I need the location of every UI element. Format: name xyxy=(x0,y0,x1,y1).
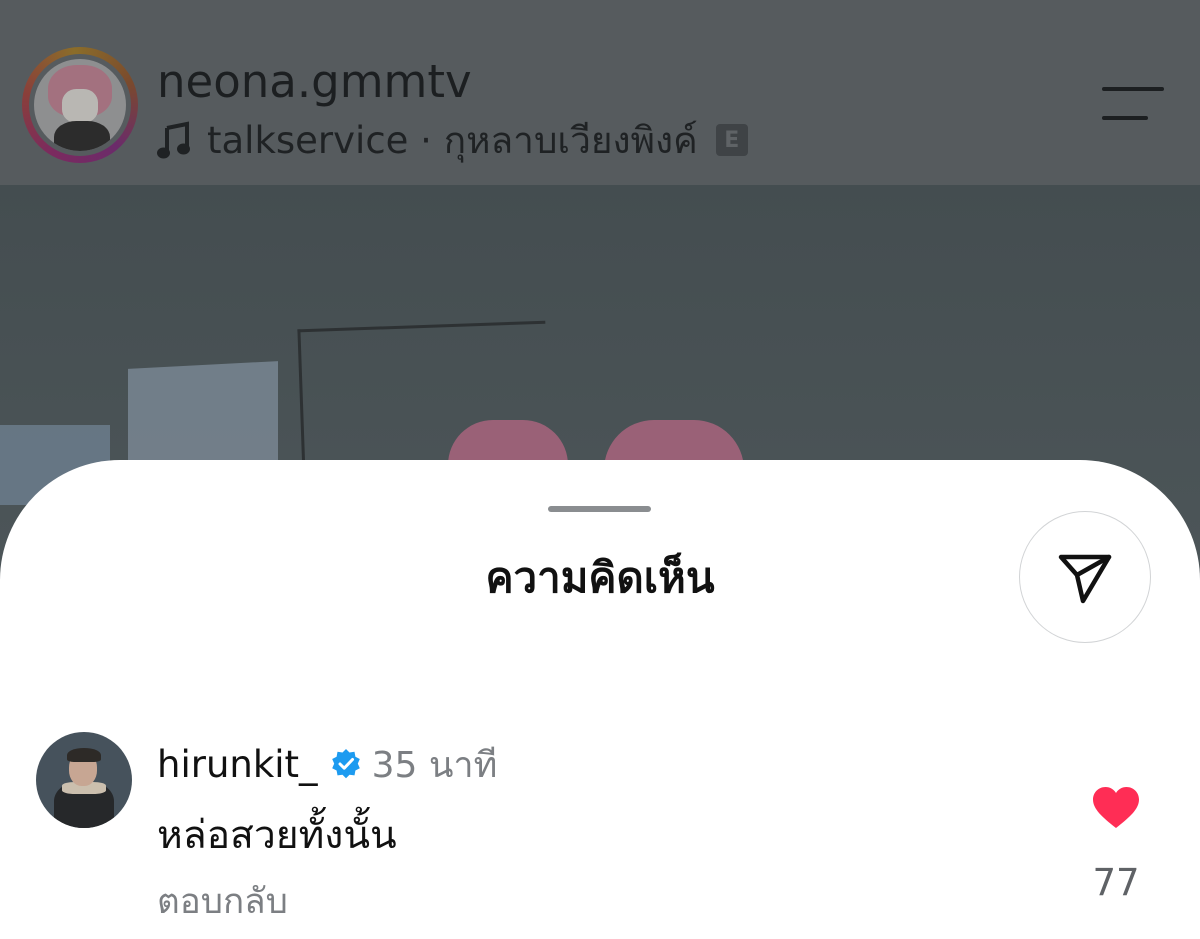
like-count: 77 xyxy=(1092,861,1140,904)
post-header: neona.gmmtv talkservice · กุหลาบเวียงพิง… xyxy=(0,0,1200,185)
explicit-badge: E xyxy=(715,124,748,156)
post-username[interactable]: neona.gmmtv xyxy=(157,52,472,112)
reply-button[interactable]: ตอบกลับ xyxy=(157,874,288,930)
audio-info[interactable]: talkservice · กุหลาบเวียงพิงค์ E xyxy=(157,112,748,168)
sheet-grabber[interactable] xyxy=(548,506,651,512)
share-button[interactable] xyxy=(1019,511,1151,643)
comment-avatar[interactable] xyxy=(36,732,132,828)
menu-icon[interactable] xyxy=(1102,86,1164,122)
audio-text: talkservice · กุหลาบเวียงพิงค์ xyxy=(207,118,698,162)
comment-username[interactable]: hirunkit_ xyxy=(157,743,318,786)
comment-header: hirunkit_ 35 นาที xyxy=(157,736,497,792)
heart-icon[interactable] xyxy=(1092,786,1140,830)
comments-sheet: ความคิดเห็น hirunkit_ 35 นาที หล่อสวยทั้… xyxy=(0,460,1200,939)
comment-text: หล่อสวยทั้งนั้น xyxy=(157,813,397,858)
comment-time: 35 นาที xyxy=(371,744,498,786)
send-icon xyxy=(1058,554,1112,604)
music-note-icon xyxy=(157,121,190,159)
profile-avatar[interactable] xyxy=(22,47,138,163)
verified-icon xyxy=(331,749,360,779)
